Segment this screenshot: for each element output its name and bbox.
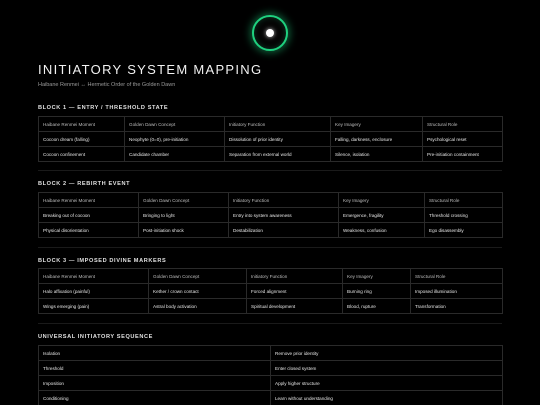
table-row: Cocoon dream (falling) Neophyte (0=0), p… (38, 131, 503, 147)
table-cell: Candidate chamber (124, 146, 225, 162)
block-1-table: Haibane Renmei Moment Golden Dawn Concep… (38, 116, 503, 162)
table-cell: Separation from external world (224, 146, 331, 162)
table-row: Halo affixation (painful) Kether / crown… (38, 283, 503, 299)
table-cell: Pre-initiation containment (422, 146, 503, 162)
table-cell: Bringing to light (138, 207, 229, 223)
table-header-row: Haibane Renmei Moment Golden Dawn Concep… (38, 116, 503, 132)
page-title: INITIATORY SYSTEM MAPPING (38, 62, 263, 77)
column-header: Initiatory Function (246, 268, 343, 284)
table-cell: Burning ring (342, 283, 411, 299)
table-row: Conditioning Learn without understanding (38, 390, 503, 405)
table-cell: Blood, rupture (342, 298, 411, 314)
column-header: Key Imagery (338, 192, 425, 208)
table-cell: Entry into system awareness (228, 207, 339, 223)
table-cell: Post-initiation shock (138, 222, 229, 238)
table-row: Imposition Apply higher structure (38, 375, 503, 391)
section-divider (38, 170, 502, 171)
table-row: Cocoon confinement Candidate chamber Sep… (38, 146, 503, 162)
table-cell: Emergence, fragility (338, 207, 425, 223)
table-row: Physical disorientation Post-initiation … (38, 222, 503, 238)
block-2-title: BLOCK 2 — REBIRTH EVENT (38, 181, 131, 187)
column-header: Structural Role (410, 268, 503, 284)
page-subtitle: Haibane Renmei ↔ Hermetic Order of the G… (38, 82, 176, 88)
table-cell: Weakness, confusion (338, 222, 425, 238)
table-cell: Enter closed system (270, 360, 503, 376)
sequence-table: Isolation Remove prior identity Threshol… (38, 345, 503, 405)
column-header: Initiatory Function (224, 116, 331, 132)
block-2-table: Haibane Renmei Moment Golden Dawn Concep… (38, 192, 503, 238)
sequence-title: UNIVERSAL INITIATORY SEQUENCE (38, 334, 153, 340)
column-header: Haibane Renmei Moment (38, 192, 139, 208)
table-cell: Psychological reset (422, 131, 503, 147)
table-header-row: Haibane Renmei Moment Golden Dawn Concep… (38, 268, 503, 284)
table-row: Threshold Enter closed system (38, 360, 503, 376)
table-cell: Dissolution of prior identity (224, 131, 331, 147)
column-header: Initiatory Function (228, 192, 339, 208)
block-1-title: BLOCK 1 — ENTRY / THRESHOLD STATE (38, 105, 169, 111)
table-cell: Imposed illumination (410, 283, 503, 299)
column-header: Key Imagery (342, 268, 411, 284)
table-cell: Falling, darkness, enclosure (330, 131, 423, 147)
table-cell: Apply higher structure (270, 375, 503, 391)
block-3-table: Haibane Renmei Moment Golden Dawn Concep… (38, 268, 503, 314)
column-header: Haibane Renmei Moment (38, 268, 149, 284)
section-divider (38, 247, 502, 248)
table-cell: Cocoon dream (falling) (38, 131, 125, 147)
table-cell: Cocoon confinement (38, 146, 125, 162)
table-cell: Learn without understanding (270, 390, 503, 405)
logo (252, 15, 288, 51)
column-header: Structural Role (424, 192, 503, 208)
table-header-row: Haibane Renmei Moment Golden Dawn Concep… (38, 192, 503, 208)
table-cell: Remove prior identity (270, 345, 503, 361)
table-cell: Physical disorientation (38, 222, 139, 238)
table-cell: Neophyte (0=0), pre-initiation (124, 131, 225, 147)
table-cell: Destabilization (228, 222, 339, 238)
table-cell: Conditioning (38, 390, 271, 405)
table-cell: Kether / crown contact (148, 283, 247, 299)
block-3-title: BLOCK 3 — IMPOSED DIVINE MARKERS (38, 258, 167, 264)
table-cell: Wings emerging (pain) (38, 298, 149, 314)
table-cell: Isolation (38, 345, 271, 361)
table-cell: Threshold (38, 360, 271, 376)
section-divider (38, 323, 502, 324)
table-cell: Imposition (38, 375, 271, 391)
table-row: Isolation Remove prior identity (38, 345, 503, 361)
table-cell: Halo affixation (painful) (38, 283, 149, 299)
column-header: Haibane Renmei Moment (38, 116, 125, 132)
logo-dot-icon (266, 29, 274, 37)
column-header: Golden Dawn Concept (138, 192, 229, 208)
table-cell: Breaking out of cocoon (38, 207, 139, 223)
table-cell: Threshold crossing (424, 207, 503, 223)
table-row: Breaking out of cocoon Bringing to light… (38, 207, 503, 223)
table-cell: Transformation (410, 298, 503, 314)
table-cell: Forced alignment (246, 283, 343, 299)
column-header: Golden Dawn Concept (148, 268, 247, 284)
table-cell: Silence, isolation (330, 146, 423, 162)
table-cell: Astral body activation (148, 298, 247, 314)
table-cell: Spiritual development (246, 298, 343, 314)
column-header: Golden Dawn Concept (124, 116, 225, 132)
table-row: Wings emerging (pain) Astral body activa… (38, 298, 503, 314)
table-cell: Ego disassembly (424, 222, 503, 238)
column-header: Structural Role (422, 116, 503, 132)
column-header: Key Imagery (330, 116, 423, 132)
